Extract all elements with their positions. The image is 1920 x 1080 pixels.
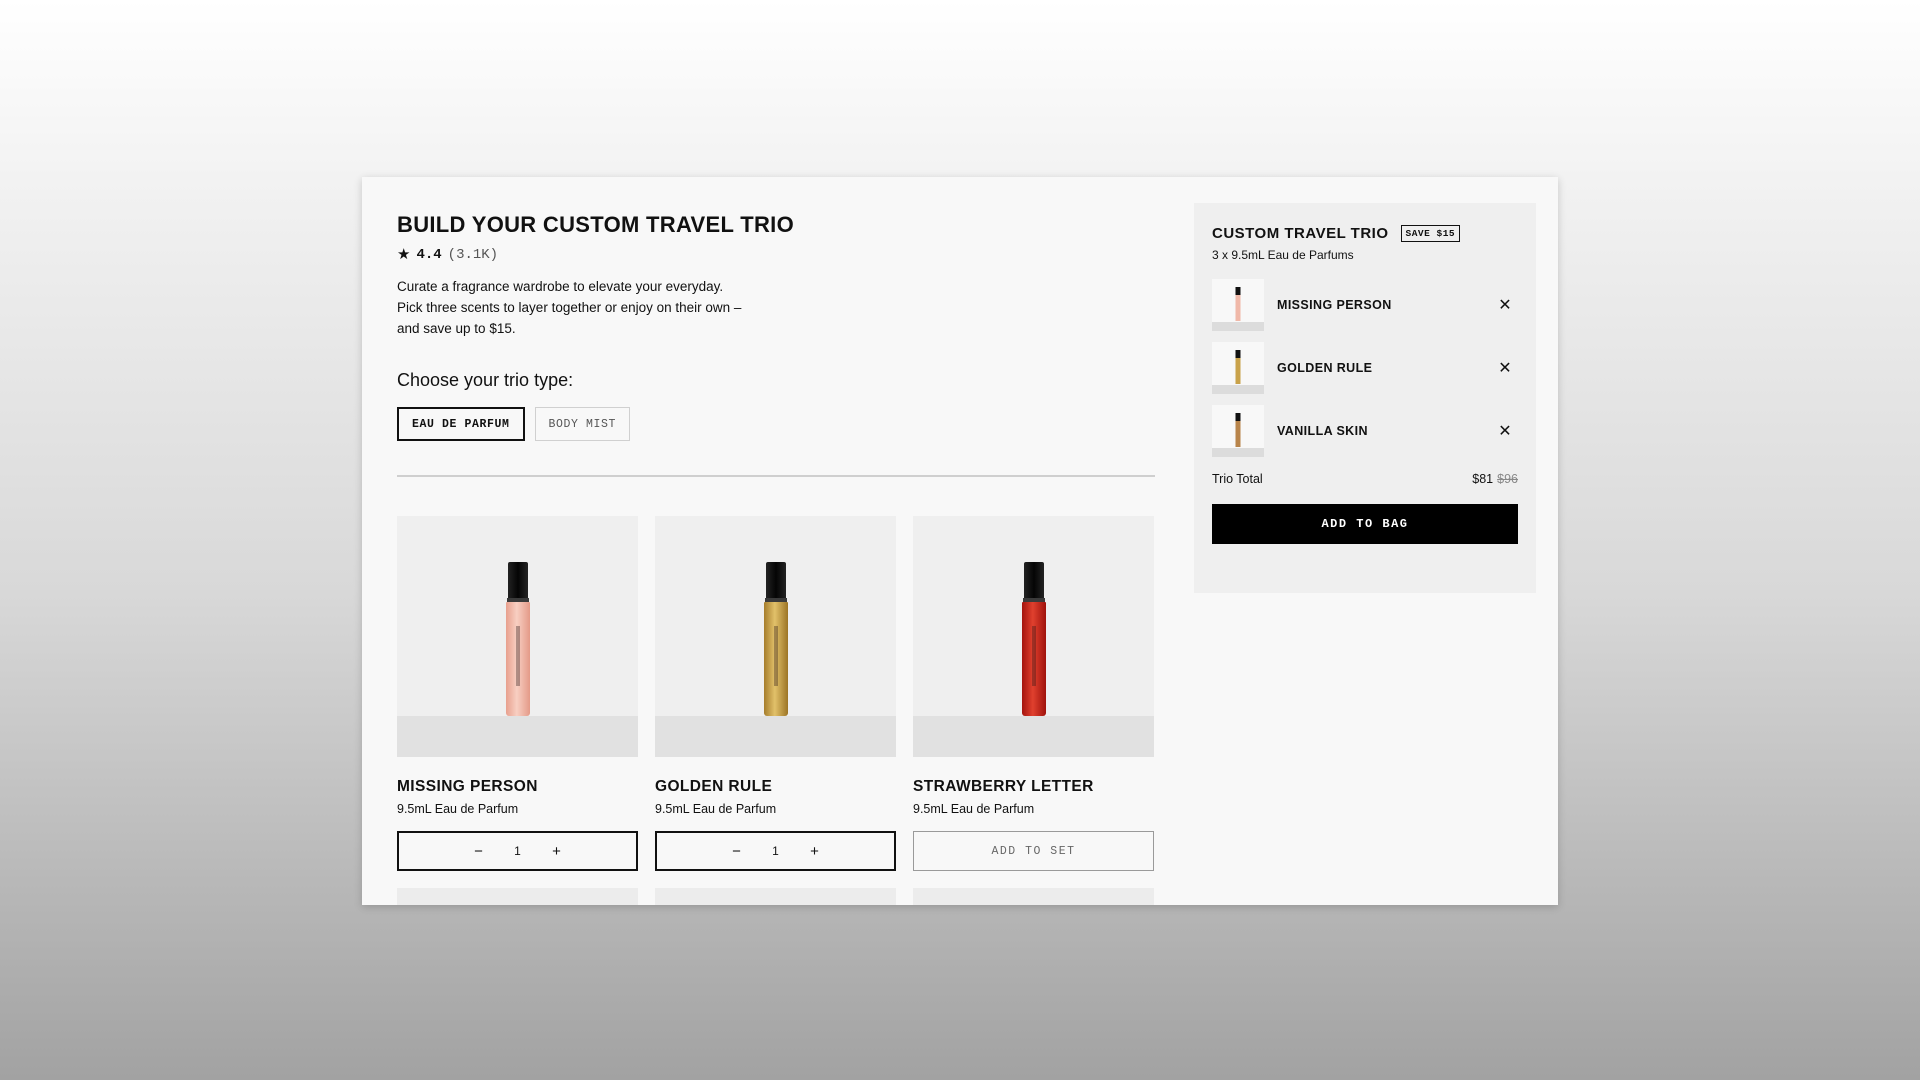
selected-item: VANILLA SKIN ✕ — [1212, 404, 1518, 458]
image-floor — [397, 716, 638, 757]
bottle-cap — [765, 562, 786, 598]
thumb-floor — [1212, 385, 1264, 394]
product-subtitle: 9.5mL Eau de Parfum — [655, 802, 777, 816]
selected-item-name: GOLDEN RULE — [1277, 361, 1373, 375]
next-row-card-peek — [913, 888, 1154, 905]
bottle-image — [505, 562, 530, 716]
product-card-golden-rule: GOLDEN RULE 9.5mL Eau de Parfum − 1 + — [655, 516, 896, 871]
original-price: $96 — [1497, 472, 1518, 486]
product-image[interactable] — [397, 516, 638, 757]
selected-item: MISSING PERSON ✕ — [1212, 278, 1518, 332]
thumb-body — [1235, 421, 1241, 447]
item-thumbnail — [1212, 342, 1264, 394]
savings-badge: SAVE $15 — [1400, 225, 1461, 242]
total-label: Trio Total — [1212, 472, 1263, 486]
summary-title: CUSTOM TRAVEL TRIO — [1212, 225, 1389, 242]
trio-type-label: Choose your trio type: — [397, 370, 574, 390]
product-image[interactable] — [913, 516, 1154, 757]
bottle-label — [773, 626, 778, 686]
summary-header: CUSTOM TRAVEL TRIO SAVE $15 — [1212, 225, 1518, 242]
rating-row[interactable]: ★ 4.4 (3.1K) — [397, 246, 1127, 264]
thumb-body — [1235, 358, 1241, 384]
star-icon: ★ — [397, 246, 411, 263]
remove-item-close-icon[interactable]: ✕ — [1492, 295, 1518, 315]
product-card-strawberry-letter: STRAWBERRY LETTER 9.5mL Eau de Parfum AD… — [913, 516, 1154, 871]
quantity-value: 1 — [514, 844, 521, 858]
item-thumbnail — [1212, 279, 1264, 331]
product-image[interactable] — [655, 516, 896, 757]
thumb-floor — [1212, 448, 1264, 457]
bottle-label — [515, 626, 520, 686]
next-row-card-peek — [397, 888, 638, 905]
quantity-stepper: − 1 + — [397, 831, 638, 871]
builder-intro: BUILD YOUR CUSTOM TRAVEL TRIO ★ 4.4 (3.1… — [397, 212, 1155, 477]
product-card-missing-person: MISSING PERSON 9.5mL Eau de Parfum − 1 + — [397, 516, 638, 871]
rating-score: 4.4 — [416, 247, 442, 263]
selected-item-name: VANILLA SKIN — [1277, 424, 1368, 438]
thumb-bottle — [1235, 287, 1241, 321]
next-row-card-peek — [655, 888, 896, 905]
bottle-label — [1031, 626, 1036, 686]
description-line: and save up to $15. — [397, 321, 516, 336]
trio-summary-panel: CUSTOM TRAVEL TRIO SAVE $15 3 x 9.5mL Ea… — [1194, 203, 1536, 593]
thumb-floor — [1212, 322, 1264, 331]
thumb-bottle — [1235, 350, 1241, 384]
product-subtitle: 9.5mL Eau de Parfum — [913, 802, 1035, 816]
quantity-value: 1 — [772, 844, 779, 858]
thumb-cap — [1235, 413, 1241, 421]
product-name[interactable]: GOLDEN RULE — [655, 777, 896, 797]
trio-builder-window: BUILD YOUR CUSTOM TRAVEL TRIO ★ 4.4 (3.1… — [362, 177, 1558, 905]
bottle-image — [1021, 562, 1046, 716]
description: Curate a fragrance wardrobe to elevate y… — [397, 276, 817, 339]
quantity-stepper: − 1 + — [655, 831, 896, 871]
item-thumbnail — [1212, 405, 1264, 457]
selected-items-list: MISSING PERSON ✕ GOLDEN RULE ✕ VANILLA S… — [1212, 278, 1518, 458]
total-price: $81 — [1472, 472, 1494, 486]
total-price-group: $81 $96 — [1472, 472, 1518, 486]
thumb-body — [1235, 295, 1241, 321]
page-title: BUILD YOUR CUSTOM TRAVEL TRIO — [397, 212, 794, 237]
remove-item-close-icon[interactable]: ✕ — [1492, 358, 1518, 378]
decrement-button[interactable]: − — [717, 843, 757, 860]
add-to-bag-button[interactable]: ADD TO BAG — [1212, 504, 1518, 544]
product-name[interactable]: STRAWBERRY LETTER — [913, 777, 1154, 797]
remove-item-close-icon[interactable]: ✕ — [1492, 421, 1518, 441]
thumb-cap — [1235, 287, 1241, 295]
product-name[interactable]: MISSING PERSON — [397, 777, 638, 797]
bottle-body — [763, 602, 788, 716]
increment-button[interactable]: + — [537, 843, 577, 860]
image-floor — [655, 716, 896, 757]
bottle-cap — [507, 562, 528, 598]
trio-total-row: Trio Total $81 $96 — [1212, 472, 1518, 486]
image-floor — [913, 716, 1154, 757]
selected-item-name: MISSING PERSON — [1277, 298, 1392, 312]
product-subtitle: 9.5mL Eau de Parfum — [397, 802, 519, 816]
bottle-body — [1021, 602, 1046, 716]
thumb-bottle — [1235, 413, 1241, 447]
bottle-cap — [1023, 562, 1044, 598]
description-line: Curate a fragrance wardrobe to elevate y… — [397, 279, 724, 294]
type-eau-de-parfum-button[interactable]: EAU DE PARFUM — [397, 407, 525, 441]
increment-button[interactable]: + — [795, 843, 835, 860]
thumb-cap — [1235, 350, 1241, 358]
type-body-mist-button[interactable]: BODY MIST — [534, 407, 631, 441]
summary-subtitle: 3 x 9.5mL Eau de Parfums — [1212, 248, 1354, 262]
section-divider — [397, 475, 1155, 477]
selected-item: GOLDEN RULE ✕ — [1212, 341, 1518, 395]
trio-type-selector: EAU DE PARFUM BODY MIST — [397, 407, 1127, 441]
decrement-button[interactable]: − — [459, 843, 499, 860]
bottle-body — [505, 602, 530, 716]
add-to-set-button[interactable]: ADD TO SET — [913, 831, 1154, 871]
review-count: (3.1K) — [447, 247, 499, 263]
bottle-image — [763, 562, 788, 716]
description-line: Pick three scents to layer together or e… — [397, 300, 742, 315]
